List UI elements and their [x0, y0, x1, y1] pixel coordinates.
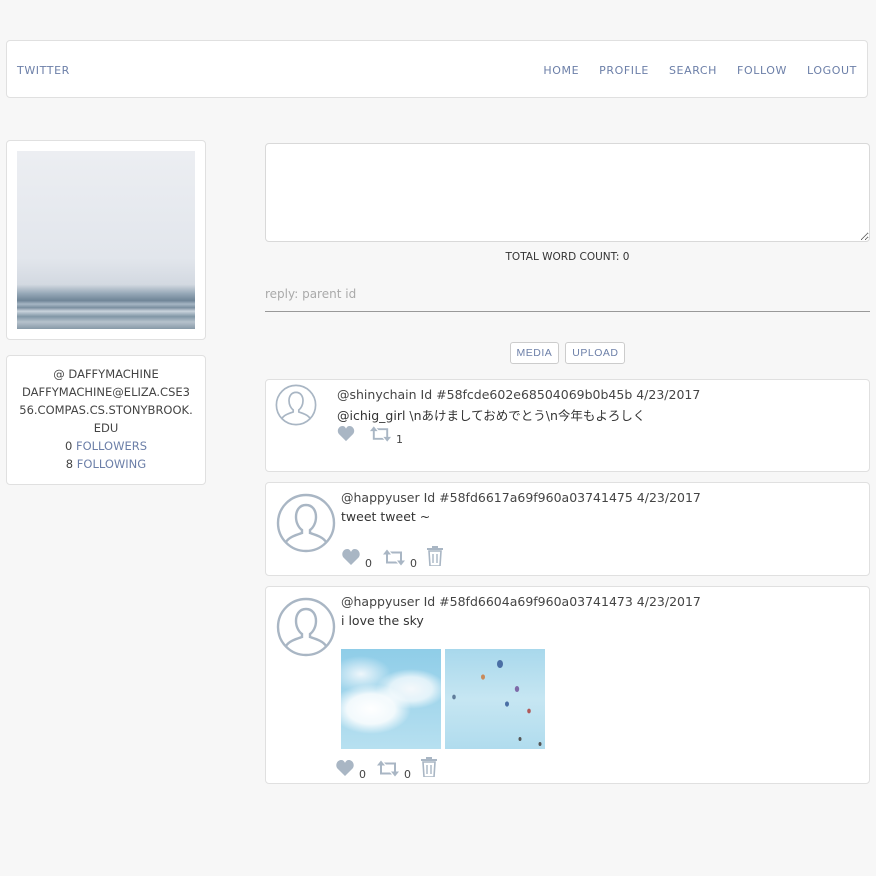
- nav-follow[interactable]: FOLLOW: [737, 64, 787, 77]
- tweet-header: @shinychain Id #58fcde602e68504069b0b45b…: [337, 387, 701, 402]
- tweet-content: i love the sky: [341, 613, 424, 628]
- retweet-count: 0: [404, 768, 411, 781]
- retweet-count: 1: [396, 433, 403, 446]
- tweet-media-balloons-image[interactable]: [445, 649, 545, 749]
- retweet-count: 0: [410, 557, 417, 570]
- navbar: TWITTER HOME PROFILE SEARCH FOLLOW LOGOU…: [6, 40, 868, 98]
- retweet-icon[interactable]: [376, 760, 400, 777]
- following-link[interactable]: FOLLOWING: [77, 457, 146, 471]
- profile-avatar-image: [17, 151, 195, 329]
- like-heart-icon[interactable]: [341, 549, 361, 566]
- balloons-illustration: [452, 660, 542, 746]
- profile-handle: @ DAFFYMACHINE: [53, 367, 159, 381]
- retweet-icon[interactable]: [382, 549, 406, 566]
- profile-info-card: @ DAFFYMACHINE DAFFYMACHINE@ELIZA.CSE356…: [6, 355, 206, 485]
- profile-avatar-card: [6, 140, 206, 340]
- tweet-media-clouds-image[interactable]: [341, 649, 441, 749]
- tweet-content: tweet tweet ~: [341, 509, 431, 524]
- compose-buttons: MEDIA UPLOAD: [265, 342, 870, 364]
- followers-row: 0 FOLLOWERS: [7, 437, 205, 455]
- followers-link[interactable]: FOLLOWERS: [76, 439, 147, 453]
- tweet-card: @shinychain Id #58fcde602e68504069b0b45b…: [265, 379, 870, 472]
- nav-home[interactable]: HOME: [543, 64, 579, 77]
- media-button[interactable]: MEDIA: [509, 342, 560, 364]
- nav-search[interactable]: SEARCH: [669, 64, 717, 77]
- like-count: 0: [359, 768, 366, 781]
- following-row: 8 FOLLOWING: [7, 455, 205, 473]
- nav-profile[interactable]: PROFILE: [599, 64, 649, 77]
- word-count: TOTAL WORD COUNT: 0: [505, 251, 630, 263]
- like-count: 0: [365, 557, 372, 570]
- tweet-card: @happyuser Id #58fd6617a69f960a03741475 …: [265, 482, 870, 576]
- tweet-actions: 0 0: [335, 757, 437, 781]
- followers-count: 0: [64, 439, 73, 453]
- brand-link[interactable]: TWITTER: [17, 64, 70, 77]
- tweet-actions: 0 0: [341, 546, 443, 570]
- compose-textarea[interactable]: [265, 143, 870, 242]
- like-heart-icon[interactable]: [337, 426, 355, 442]
- retweet-icon[interactable]: [369, 426, 392, 442]
- reply-parent-id-input[interactable]: [265, 276, 870, 312]
- nav-links: HOME PROFILE SEARCH FOLLOW LOGOUT: [543, 64, 857, 77]
- trash-icon[interactable]: [421, 757, 437, 777]
- tweet-actions: 1: [337, 426, 409, 446]
- tweet-header: @happyuser Id #58fd6617a69f960a03741475 …: [341, 490, 701, 505]
- tweet-header: @happyuser Id #58fd6604a69f960a03741473 …: [341, 594, 701, 609]
- tweet-content: @ichig_girl \nあけましておめでとう\n今年もよろしく: [337, 408, 646, 423]
- like-heart-icon[interactable]: [335, 760, 355, 777]
- following-count: 8: [65, 457, 74, 471]
- nav-logout[interactable]: LOGOUT: [807, 64, 857, 77]
- upload-button[interactable]: UPLOAD: [565, 342, 626, 364]
- tweet-card: @happyuser Id #58fd6604a69f960a03741473 …: [265, 586, 870, 784]
- user-avatar-icon[interactable]: [276, 493, 336, 553]
- trash-icon[interactable]: [427, 546, 443, 566]
- profile-email: DAFFYMACHINE@ELIZA.CSE356.COMPAS.CS.STON…: [19, 385, 193, 435]
- user-avatar-icon[interactable]: [276, 597, 336, 657]
- user-avatar-icon[interactable]: [275, 384, 317, 426]
